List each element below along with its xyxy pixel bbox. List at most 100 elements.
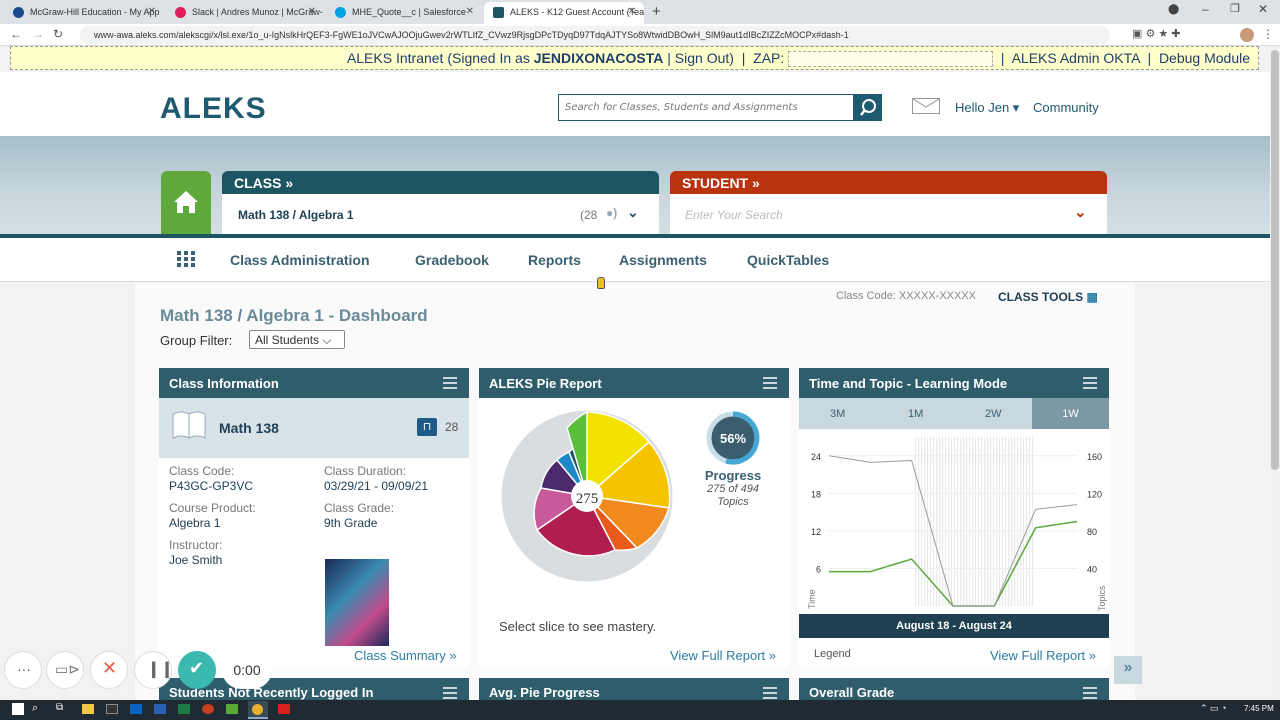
word-icon[interactable] [154, 704, 166, 714]
panel-menu-icon[interactable] [763, 377, 777, 389]
y-tick-label: 18 [811, 489, 821, 499]
browser-tab[interactable]: McGraw-Hill Education - My App ✕ [4, 2, 164, 24]
app-icon[interactable] [226, 704, 238, 714]
panel-menu-icon[interactable] [443, 687, 457, 699]
intranet-bar: ALEKS Intranet (Signed In as JENDIXONACO… [10, 46, 1259, 70]
nav-quicktables[interactable]: QuickTables [747, 252, 829, 268]
minimize-icon[interactable]: – [1202, 2, 1209, 16]
tab-3m[interactable]: 3M [830, 408, 845, 420]
avatar[interactable] [1240, 28, 1254, 42]
time-topic-chart[interactable]: 24 18 12 6 160 120 80 40 Time Topics [799, 429, 1109, 614]
close-window-icon[interactable]: ✕ [1258, 2, 1268, 16]
duration-value: 03/29/21 - 09/09/21 [324, 479, 429, 493]
view-full-report-link[interactable]: View Full Report » [670, 648, 776, 663]
tab-2w[interactable]: 2W [985, 408, 1002, 420]
menu-icon[interactable]: ⋮ [1262, 27, 1274, 41]
legend-toggle[interactable]: Legend [814, 648, 851, 660]
search-input[interactable]: Search for Classes, Students and Assignm… [558, 94, 854, 121]
grade-value: 9th Grade [324, 516, 378, 530]
browser-tab[interactable]: Slack | Andres Munoz | McGraw- ✕ [166, 2, 324, 24]
chevron-down-icon[interactable]: ⌄ [1074, 203, 1087, 221]
expand-arrow-icon[interactable]: » [1114, 656, 1142, 684]
class-tools-button[interactable]: CLASS TOOLS ▦ [998, 290, 1098, 304]
class-info-banner: Math 138 ⊓ 28 [159, 398, 469, 458]
y-axis-title: Time [807, 589, 817, 609]
cancel-recording-button[interactable]: ✕ [90, 651, 128, 689]
task-view-icon[interactable]: ⧉ [56, 702, 63, 713]
scrollbar-thumb[interactable] [1271, 50, 1279, 470]
pause-button[interactable]: ❙❙ [134, 651, 174, 689]
class-summary-link[interactable]: Class Summary » [354, 648, 457, 663]
powerpoint-icon[interactable] [202, 704, 214, 714]
maximize-icon[interactable]: ❐ [1230, 2, 1240, 15]
progress-detail: 275 of 494 [707, 483, 759, 495]
apps-grid-icon[interactable] [177, 251, 195, 267]
debug-module-link[interactable]: Debug Module [1159, 50, 1250, 66]
mail-icon[interactable] [912, 98, 940, 114]
forward-icon[interactable]: → [32, 27, 44, 41]
aleks-logo[interactable]: ALEKS [160, 92, 267, 126]
sign-out-link[interactable]: | Sign Out) [663, 50, 734, 66]
nav-assignments[interactable]: Assignments [619, 252, 707, 268]
extension-icons[interactable]: ▣ ⚙ ★ ✚ [1132, 27, 1181, 40]
view-full-report-link[interactable]: View Full Report » [990, 648, 1096, 663]
aleks-pie-chart[interactable]: 275 [497, 408, 677, 588]
excel-icon[interactable] [178, 704, 190, 714]
chrome-taskbar-icon[interactable] [248, 701, 268, 719]
close-icon[interactable]: ✕ [148, 6, 156, 17]
page-scrollbar[interactable] [1270, 46, 1280, 700]
panel-menu-icon[interactable] [1083, 687, 1097, 699]
panel-menu-icon[interactable] [443, 377, 457, 389]
nav-reports[interactable]: Reports [528, 252, 581, 268]
tab-1w-active[interactable]: 1W [1032, 398, 1109, 429]
close-icon[interactable]: ✕ [628, 6, 636, 17]
class-selector[interactable]: Math 138 / Algebra 1 (28 ●) ⌄ [222, 194, 659, 234]
class-selector-value: Math 138 / Algebra 1 [238, 208, 354, 222]
system-tray[interactable]: ⌃ ▭ ◔ [1200, 703, 1226, 714]
overall-grade-panel: Overall Grade [799, 678, 1109, 700]
textbook-cover-image[interactable] [325, 559, 389, 646]
close-icon[interactable]: ✕ [466, 6, 474, 17]
app-icon[interactable] [106, 704, 118, 714]
search-button[interactable] [854, 94, 882, 121]
signed-in-user: JENDIXONACOSTA [533, 50, 664, 66]
camera-toggle-button[interactable]: ▭⊳ [46, 651, 84, 689]
outlook-icon[interactable] [130, 704, 142, 714]
user-menu[interactable]: Hello Jen ▾ [955, 100, 1019, 116]
group-filter-select[interactable]: All Students ⌵ [249, 330, 345, 349]
reload-icon[interactable]: ↻ [53, 27, 63, 41]
browser-tab-active[interactable]: ALEKS - K12 Guest Account (Tea ✕ [484, 2, 644, 24]
close-icon[interactable]: ✕ [308, 6, 316, 17]
check-icon: ✔ [189, 658, 205, 678]
browser-tab[interactable]: MHE_Quote__c | Salesforce ✕ [326, 2, 482, 24]
tab-search-icon[interactable]: ⬤ [1168, 4, 1179, 15]
home-button[interactable] [161, 171, 211, 235]
panel-title: Class Information [169, 376, 279, 391]
admin-okta-link[interactable]: ALEKS Admin OKTA [1012, 50, 1140, 66]
new-tab-icon[interactable]: + [652, 3, 661, 20]
nav-gradebook[interactable]: Gradebook [415, 252, 489, 268]
lock-icon[interactable]: ⊓ [417, 418, 437, 436]
date-range: August 18 - August 24 [799, 614, 1109, 638]
chevron-down-icon[interactable]: ⌄ [627, 204, 639, 221]
series-line [829, 520, 1078, 607]
windows-start-icon[interactable] [12, 703, 24, 715]
progress-ring: 56% [706, 411, 760, 465]
back-icon[interactable]: ← [10, 27, 22, 41]
panel-menu-icon[interactable] [1083, 377, 1097, 389]
more-options-button[interactable]: ··· [4, 651, 42, 689]
community-link[interactable]: Community [1033, 100, 1099, 115]
class-selector-header: CLASS » [222, 171, 659, 194]
file-explorer-icon[interactable] [82, 704, 94, 714]
student-search-input[interactable]: Enter Your Search ⌄ [670, 194, 1107, 234]
url-field[interactable]: www-awa.aleks.com/alekscgi/x/lsl.exe/1o_… [80, 26, 1110, 44]
finish-recording-button[interactable]: ✔ [178, 651, 216, 689]
tab-title: ALEKS - K12 Guest Account (Tea [510, 7, 644, 17]
acrobat-icon[interactable] [278, 704, 290, 714]
nav-class-administration[interactable]: Class Administration [230, 252, 370, 268]
tab-1m[interactable]: 1M [908, 408, 923, 420]
panel-menu-icon[interactable] [763, 687, 777, 699]
zap-input[interactable] [788, 51, 994, 68]
search-icon[interactable]: ⌕ [32, 702, 38, 715]
avg-pie-panel: Avg. Pie Progress [479, 678, 789, 700]
